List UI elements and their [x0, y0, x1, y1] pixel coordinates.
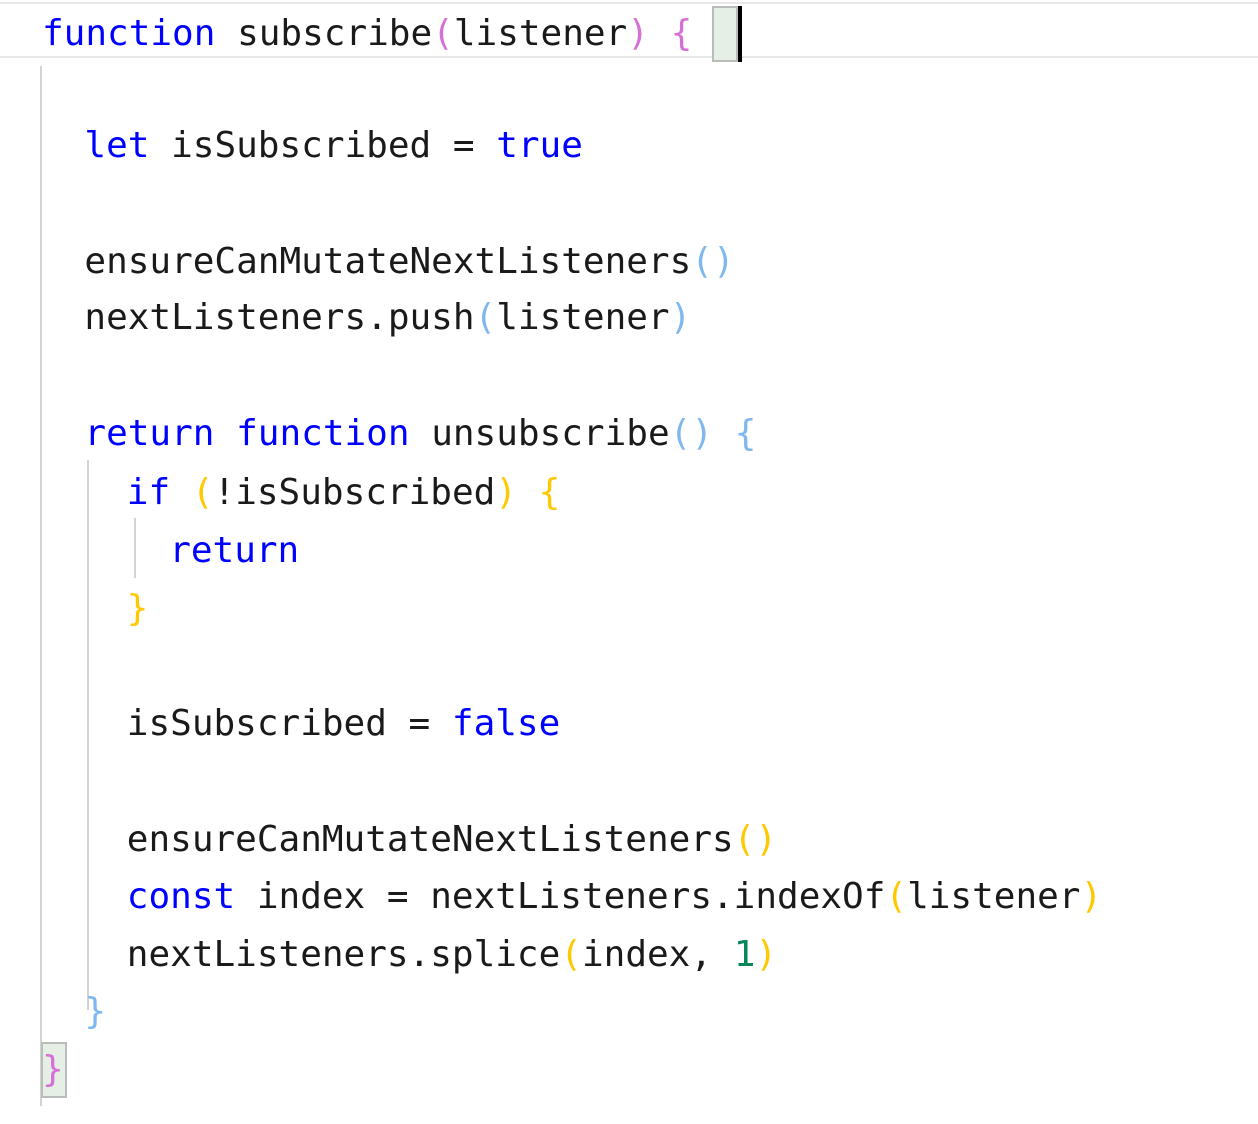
indent-guide-level-1	[40, 66, 42, 1106]
code-token: {	[670, 13, 693, 54]
code-token: }	[84, 991, 107, 1032]
code-token: (	[691, 241, 713, 282]
code-line[interactable]	[0, 174, 1258, 230]
code-token: subscribe	[237, 13, 433, 54]
code-token: if	[126, 472, 171, 513]
code-token: ensureCanMutateNextListeners	[126, 819, 734, 860]
code-token: function	[236, 413, 410, 454]
code-line[interactable]: nextListeners.splice(index, 1)	[0, 927, 1258, 983]
code-token: ensureCanMutateNextListeners	[84, 241, 692, 282]
code-line[interactable]: let isSubscribed = true	[0, 118, 1258, 174]
code-token: index = nextListeners.indexOf	[235, 876, 886, 917]
code-token: (	[669, 413, 692, 454]
code-token: nextListeners.splice	[126, 934, 561, 975]
code-token: isSubscribed =	[149, 125, 497, 166]
code-token: listener	[453, 13, 628, 54]
code-line[interactable]: ensureCanMutateNextListeners()	[0, 234, 1258, 290]
indent-guide-level-2	[87, 460, 89, 1010]
code-token: )	[712, 241, 735, 282]
code-line[interactable]	[0, 754, 1258, 810]
text-caret	[738, 6, 742, 62]
code-editor[interactable]: function subscribe(listener) {let isSubs…	[0, 0, 1258, 1124]
code-line[interactable]: }	[0, 581, 1258, 637]
code-token: !isSubscribed	[213, 472, 496, 513]
code-token: unsubscribe	[431, 413, 670, 454]
code-token: )	[755, 819, 778, 860]
code-token: )	[627, 13, 649, 54]
code-token: index,	[581, 934, 734, 975]
code-token: isSubscribed =	[126, 703, 452, 744]
code-token: (	[560, 934, 582, 975]
code-token: {	[538, 472, 561, 513]
code-line[interactable]: }	[0, 1042, 1258, 1098]
indent-guide-level-3	[134, 518, 136, 578]
code-token: const	[126, 876, 236, 917]
code-token: )	[1080, 876, 1103, 917]
code-line[interactable]: isSubscribed = false	[0, 696, 1258, 752]
code-line[interactable]	[0, 62, 1258, 118]
code-token: )	[669, 297, 692, 338]
code-token: return	[169, 530, 300, 571]
code-line[interactable]: ensureCanMutateNextListeners()	[0, 812, 1258, 868]
code-token: }	[126, 588, 149, 629]
code-line[interactable]: function subscribe(listener) {	[0, 6, 1258, 62]
code-line[interactable]	[0, 346, 1258, 402]
code-token: function	[42, 13, 216, 54]
code-token: false	[451, 703, 561, 744]
code-token: (	[432, 13, 454, 54]
code-token: (	[474, 297, 497, 338]
code-token: {	[734, 413, 757, 454]
code-token: 1	[733, 934, 756, 975]
code-token: listener	[496, 297, 670, 338]
code-line[interactable]: nextListeners.push(listener)	[0, 290, 1258, 346]
code-token: )	[755, 934, 778, 975]
code-line[interactable]: return function unsubscribe() {	[0, 406, 1258, 462]
code-token: nextListeners.push	[84, 297, 475, 338]
code-token: let	[84, 125, 150, 166]
code-token: (	[885, 876, 908, 917]
code-surface[interactable]: function subscribe(listener) {let isSubs…	[0, 0, 1258, 1124]
code-token: )	[495, 472, 517, 513]
code-line[interactable]: return	[0, 523, 1258, 579]
code-token: )	[691, 413, 713, 454]
code-token: (	[733, 819, 756, 860]
code-token: true	[496, 125, 583, 166]
code-token: }	[42, 1049, 64, 1090]
code-line[interactable]	[0, 639, 1258, 695]
code-line[interactable]: }	[0, 984, 1258, 1040]
code-token: (	[191, 472, 214, 513]
code-token: listener	[907, 876, 1081, 917]
code-line[interactable]: if (!isSubscribed) {	[0, 465, 1258, 521]
code-line[interactable]: const index = nextListeners.indexOf(list…	[0, 869, 1258, 925]
code-token: return	[84, 413, 215, 454]
bracket-match-open-brace	[712, 6, 738, 62]
